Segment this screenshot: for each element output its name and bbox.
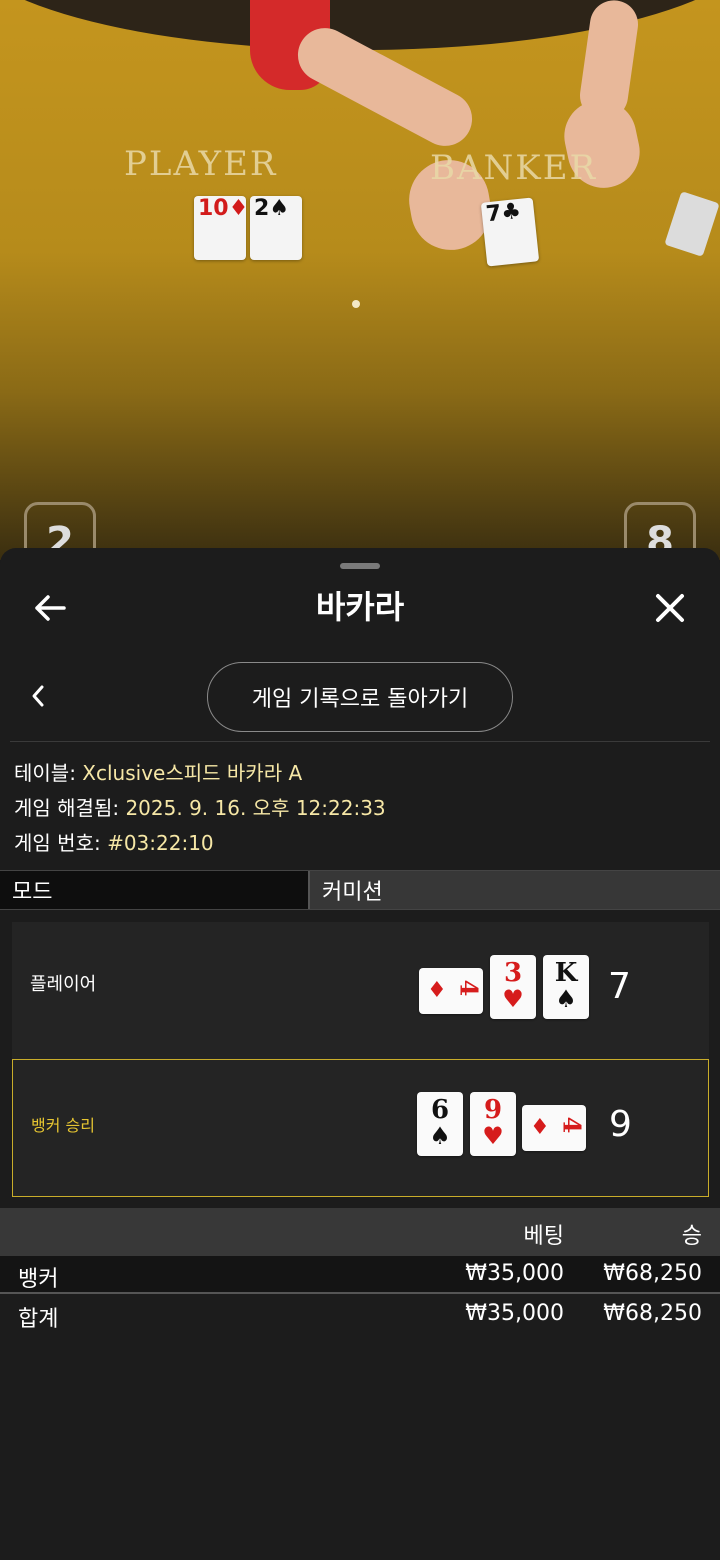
total-bet-amount: ₩35,000 [465,1301,564,1326]
card-shoe [664,191,720,257]
player-score: 7 [608,966,631,1007]
total-win-amount: ₩68,250 [603,1301,702,1326]
game-number-line: 게임 번호: #03:22:10 [14,831,214,855]
divider [10,741,710,742]
total-row: 합계 ₩35,000 ₩68,250 [0,1296,720,1334]
table-marker [352,300,360,308]
table-row: 뱅커 ₩35,000 ₩68,250 [0,1256,720,1294]
game-info: 테이블: Xclusive스피드 바카라 A 게임 해결됨: 2025. 9. … [14,756,386,861]
banker-card-2: 9 ♥ [470,1092,516,1156]
banker-area-label: BANKER [430,148,598,188]
banker-win-label: 뱅커 승리 [31,1116,95,1135]
tab-commission[interactable]: 커미션 [310,871,720,909]
close-icon [656,594,684,622]
bet-amount: ₩35,000 [465,1261,564,1286]
resolved-info-line: 게임 해결됨: 2025. 9. 16. 오후 12:22:33 [14,796,386,820]
game-number: #03:22:10 [107,831,214,855]
player-hand: 플레이어 4 ♦ 3 ♥ K ♠ 7 [12,922,709,1059]
close-button[interactable] [646,584,694,632]
table-info-line: 테이블: Xclusive스피드 바카라 A [14,761,303,785]
mode-tabs: 모드 커미션 [0,870,720,910]
bet-column-header: 베팅 [523,1224,564,1249]
bet-type: 뱅커 [18,1267,59,1292]
results-header: 베팅 승 [0,1208,720,1256]
player-area-label: PLAYER [124,144,278,184]
player-card-1: 4 ♦ [419,968,484,1014]
drag-handle[interactable] [340,563,380,569]
tab-mode[interactable]: 모드 [0,871,310,909]
game-detail-sheet: 바카라 게임 기록으로 돌아가기 테이블: Xclusive스피드 바카라 A … [0,548,720,1560]
banker-card-3: 4 ♦ [522,1105,587,1151]
sheet-title: 바카라 [315,588,405,626]
table-card-player-1: 10♦ [194,196,248,260]
table-card-player-2: 2♠ [250,196,302,260]
table-name: Xclusive스피드 바카라 A [82,761,303,785]
table-card-banker-1: 7♣ [480,197,540,267]
chevron-left-icon [32,685,44,707]
win-column-header: 승 [681,1224,702,1249]
banker-hand: 뱅커 승리 6 ♠ 9 ♥ 4 ♦ 9 [12,1059,709,1197]
player-card-3: K ♠ [543,955,589,1019]
total-label: 합계 [18,1307,59,1332]
previous-button[interactable] [22,680,54,712]
player-hand-label: 플레이어 [30,974,97,995]
win-amount: ₩68,250 [603,1261,702,1286]
back-to-history-button[interactable]: 게임 기록으로 돌아가기 [207,662,513,732]
banker-card-1: 6 ♠ [417,1092,463,1156]
live-video-feed: PLAYER BANKER 10♦ 2♠ 7♣ 2 8 [0,0,720,560]
banker-score: 9 [609,1104,632,1145]
resolved-time: 2025. 9. 16. 오후 12:22:33 [125,796,386,820]
player-card-2: 3 ♥ [490,955,536,1019]
